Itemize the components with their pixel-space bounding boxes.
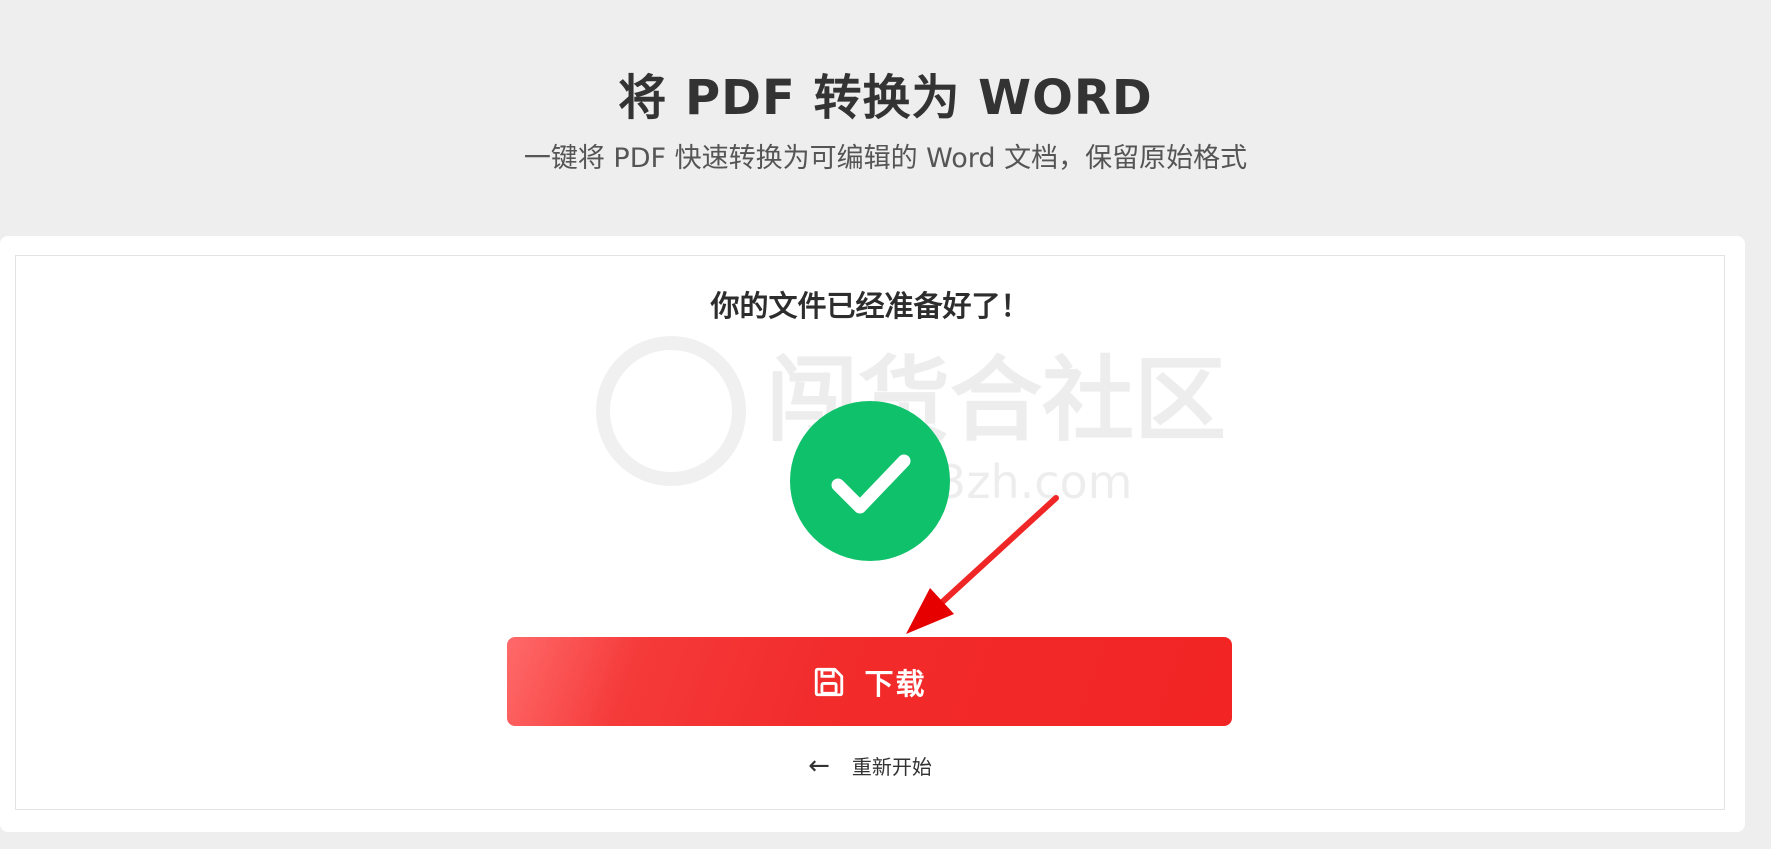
- result-panel: 你的文件已经准备好了！ 闯货合社区 www.i3zh.com 下载 ← 重新开始: [15, 255, 1725, 810]
- download-button[interactable]: 下载: [507, 637, 1232, 726]
- download-label: 下载: [864, 666, 927, 701]
- restart-label: 重新开始: [851, 755, 932, 779]
- page-title: 将 PDF 转换为 WORD: [618, 70, 1153, 126]
- floppy-disk-icon: [812, 665, 846, 699]
- watermark-logo-icon: [596, 336, 746, 486]
- arrow-left-icon: ←: [808, 750, 830, 781]
- result-card: 你的文件已经准备好了！ 闯货合社区 www.i3zh.com 下载 ← 重新开始: [0, 236, 1745, 832]
- restart-link[interactable]: ← 重新开始: [16, 751, 1724, 780]
- check-circle-icon: [790, 401, 950, 561]
- page-subtitle: 一键将 PDF 快速转换为可编辑的 Word 文档，保留原始格式: [523, 143, 1248, 174]
- page-header: 将 PDF 转换为 WORD 一键将 PDF 快速转换为可编辑的 Word 文档…: [0, 0, 1771, 236]
- ready-message: 你的文件已经准备好了！: [710, 289, 1030, 323]
